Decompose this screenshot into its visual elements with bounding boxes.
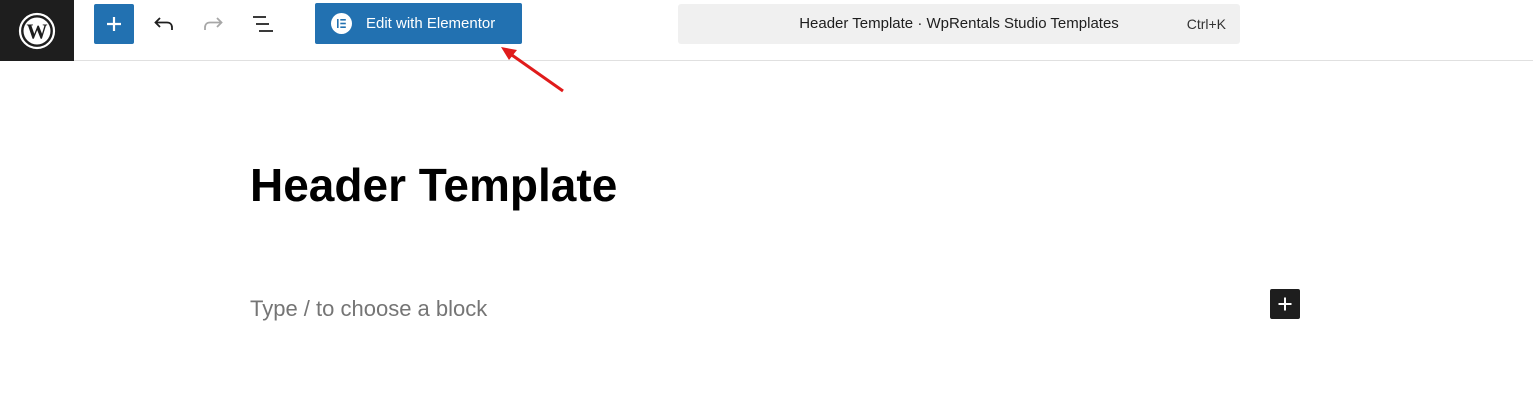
edit-with-elementor-label: Edit with Elementor [366, 15, 496, 32]
block-placeholder[interactable]: Type / to choose a block [250, 296, 487, 322]
document-overview-icon [253, 16, 273, 32]
add-block-button[interactable] [94, 4, 134, 44]
editor-top-toolbar: W Edit with Elementor Header Template · … [0, 0, 1533, 61]
wordpress-logo-button[interactable]: W [0, 0, 74, 61]
wordpress-logo-icon: W [18, 12, 56, 49]
elementor-icon [331, 13, 352, 34]
keyboard-shortcut: Ctrl+K [1186, 16, 1226, 32]
plus-icon [107, 17, 121, 31]
plus-icon [1278, 297, 1292, 311]
undo-icon [154, 17, 173, 30]
command-palette-bar[interactable]: Header Template · WpRentals Studio Templ… [678, 4, 1240, 44]
block-inserter-button[interactable] [1270, 289, 1300, 319]
redo-icon [204, 17, 223, 30]
edit-with-elementor-button[interactable]: Edit with Elementor [315, 3, 522, 44]
svg-text:W: W [27, 19, 48, 43]
red-arrow-annotation-icon [501, 47, 564, 93]
document-overview-button[interactable] [243, 4, 283, 44]
document-title: Header Template · WpRentals Studio Templ… [799, 15, 1119, 32]
redo-button[interactable] [193, 4, 233, 44]
undo-button[interactable] [144, 4, 184, 44]
page-title[interactable]: Header Template [250, 158, 617, 212]
